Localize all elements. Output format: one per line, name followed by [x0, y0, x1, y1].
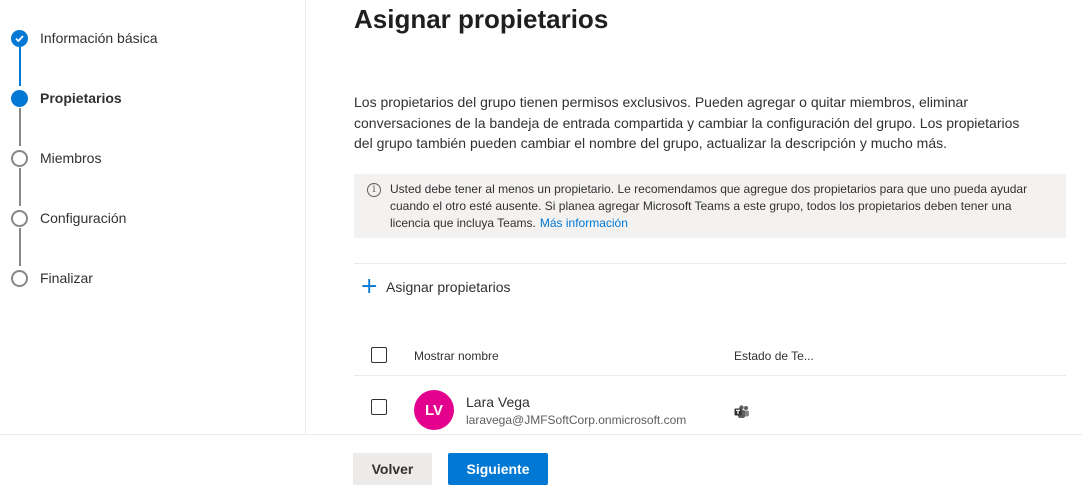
owners-table-header: Mostrar nombre Estado de Te... — [354, 336, 1066, 376]
divider — [354, 263, 1066, 264]
step-finalizar[interactable]: Finalizar — [0, 266, 300, 290]
step-configuracion[interactable]: Configuración — [0, 206, 300, 230]
assign-owners-button[interactable]: + Asignar propietarios — [360, 276, 511, 298]
assign-owners-label: Asignar propietarios — [386, 279, 511, 295]
step-label: Información básica — [40, 30, 158, 46]
step-label: Finalizar — [40, 270, 93, 286]
select-all-checkbox[interactable] — [371, 347, 387, 363]
step-pending-circle-icon — [11, 269, 28, 287]
step-miembros[interactable]: Miembros — [0, 146, 300, 170]
page-description: Los propietarios del grupo tienen permis… — [354, 94, 1020, 151]
column-header-teams-status[interactable]: Estado de Te... — [734, 349, 814, 363]
avatar-initials: LV — [424, 401, 444, 419]
next-button[interactable]: Siguiente — [448, 453, 548, 485]
owner-email: laravega@JMFSoftCorp.onmicrosoft.com — [466, 413, 687, 427]
info-icon: i — [367, 183, 381, 197]
step-informacion-basica[interactable]: Información básica — [0, 26, 300, 50]
step-connector — [19, 168, 21, 206]
teams-icon — [734, 405, 749, 418]
step-label: Propietarios — [40, 90, 122, 106]
wizard-sidebar: Información básica Propietarios Miembros… — [0, 0, 306, 434]
step-pending-circle-icon — [11, 149, 28, 167]
avatar: LV — [414, 390, 454, 430]
row-checkbox[interactable] — [371, 399, 387, 415]
plus-icon: + — [360, 274, 379, 299]
column-header-display-name[interactable]: Mostrar nombre — [414, 349, 499, 363]
info-message-text: Usted debe tener al menos un propietario… — [390, 182, 1028, 230]
step-connector — [19, 47, 21, 86]
step-pending-circle-icon — [11, 209, 28, 227]
step-connector — [19, 228, 21, 266]
step-propietarios[interactable]: Propietarios — [0, 86, 300, 110]
back-button[interactable]: Volver — [353, 453, 432, 485]
step-connector — [19, 108, 21, 146]
step-current-dot-icon — [11, 89, 28, 107]
wizard-footer: Volver Siguiente — [0, 434, 1082, 497]
page-title: Asignar propietarios — [354, 4, 609, 34]
owner-name: Lara Vega — [466, 394, 530, 410]
step-label: Miembros — [40, 150, 102, 166]
table-row[interactable]: LV Lara Vega laravega@JMFSoftCorp.onmicr… — [354, 377, 1066, 434]
step-completed-check-icon — [11, 29, 28, 47]
main-panel: Asignar propietarios Los propietarios de… — [306, 0, 1082, 434]
info-message-bar: i Usted debe tener al menos un propietar… — [354, 174, 1066, 238]
step-label: Configuración — [40, 210, 127, 226]
more-info-link[interactable]: Más información — [540, 216, 628, 230]
